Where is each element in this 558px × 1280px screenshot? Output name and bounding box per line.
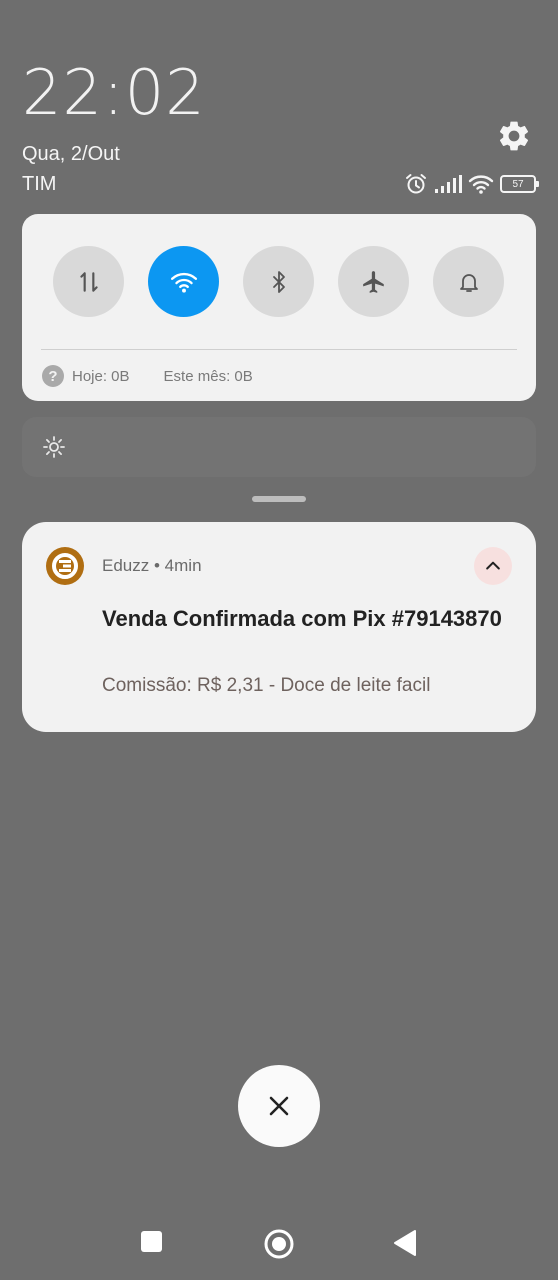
- usage-today: Hoje: 0B: [72, 367, 130, 385]
- mobile-data-icon: [79, 271, 98, 292]
- bluetooth-icon: [272, 270, 285, 293]
- alarm-icon: [406, 174, 426, 194]
- settings-button[interactable]: [496, 118, 532, 154]
- status-icons: 57: [404, 172, 539, 196]
- eduzz-logo-icon: [52, 553, 78, 579]
- battery-level: 57: [512, 178, 524, 190]
- help-icon: ?: [42, 365, 64, 387]
- app-name: Eduzz: [102, 556, 150, 575]
- back-triangle-icon: [394, 1230, 416, 1256]
- collapse-button[interactable]: [474, 547, 512, 585]
- back-button[interactable]: [391, 1228, 421, 1258]
- notification-title: Venda Confirmada com Pix #79143870: [102, 606, 502, 631]
- toggle-airplane-mode[interactable]: [338, 246, 409, 317]
- app-icon: [46, 547, 84, 585]
- drag-handle[interactable]: [252, 496, 306, 502]
- toggle-wifi[interactable]: [148, 246, 219, 317]
- home-button[interactable]: [263, 1228, 294, 1259]
- usage-month: Este mês: 0B: [163, 367, 253, 385]
- wifi-icon: [170, 272, 197, 293]
- toggle-sound[interactable]: [433, 246, 504, 317]
- separator: •: [153, 556, 160, 575]
- toggle-bluetooth[interactable]: [243, 246, 314, 317]
- notification-card[interactable]: Eduzz • 4min Venda Confirmada com Pix #7…: [22, 522, 536, 732]
- data-usage[interactable]: ? Hoje: 0B Este mês: 0B: [42, 364, 253, 388]
- brightness-slider[interactable]: [22, 417, 536, 477]
- signal-icon: [435, 175, 462, 193]
- bell-icon: [459, 273, 478, 292]
- toggle-mobile-data[interactable]: [53, 246, 124, 317]
- chevron-up-icon: [486, 561, 500, 570]
- notification-body: Comissão: R$ 2,31 - Doce de leite facil: [102, 675, 431, 696]
- quick-settings-panel: ? Hoje: 0B Este mês: 0B: [22, 214, 536, 401]
- clear-all-button[interactable]: [238, 1065, 320, 1147]
- airplane-icon: [362, 270, 384, 293]
- divider: [41, 349, 517, 350]
- notification-time: 4min: [164, 556, 202, 575]
- close-icon: [269, 1096, 289, 1116]
- gear-icon: [499, 121, 529, 151]
- circle-home-icon: [264, 1229, 294, 1259]
- brightness-icon: [43, 436, 65, 458]
- battery-icon: 57: [500, 175, 539, 193]
- square-icon: [141, 1231, 162, 1252]
- carrier-label: TIM: [22, 173, 57, 195]
- recents-button[interactable]: [139, 1228, 169, 1258]
- clock: 22:02: [22, 56, 206, 129]
- wifi-status-icon: [468, 175, 494, 194]
- notification-header: Eduzz • 4min: [102, 556, 202, 576]
- date-label: Qua, 2/Out: [22, 143, 120, 165]
